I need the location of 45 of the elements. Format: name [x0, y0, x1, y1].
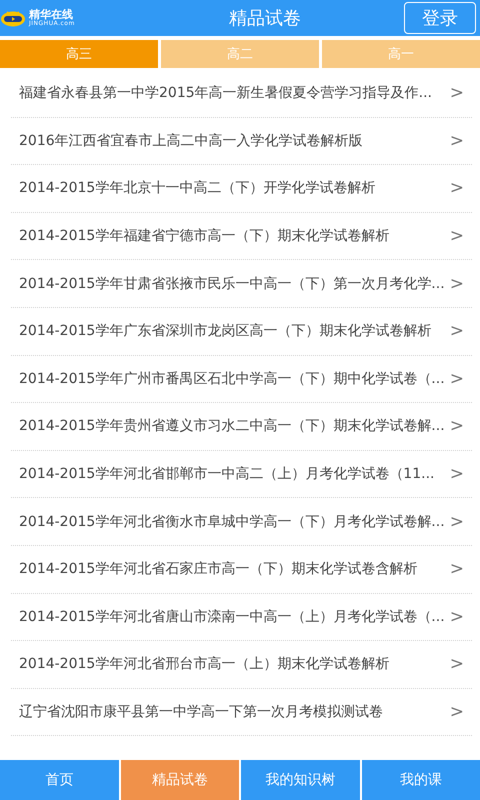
- chevron-icon: >: [450, 512, 464, 532]
- chevron-icon: >: [450, 226, 464, 246]
- paper-row[interactable]: 2014-2015学年河北省衡水市阜城中学高一（下）月考化学试卷解... >: [11, 498, 472, 546]
- paper-title: 2014-2015学年贵州省遵义市习水二中高一（下）期末化学试卷解...: [19, 417, 446, 436]
- chevron-icon: >: [450, 654, 464, 674]
- chevron-icon: >: [450, 559, 464, 580]
- paper-title: 2014-2015学年福建省宁德市高一（下）期末化学试卷解析: [19, 227, 390, 246]
- chevron-icon: >: [450, 368, 464, 389]
- paper-title: 2014-2015学年河北省邢台市高一（上）期末化学试卷解析: [19, 655, 390, 674]
- paper-row[interactable]: 2014-2015学年河北省邢台市高一（上）期末化学试卷解析 >: [11, 641, 472, 689]
- paper-title: 2014-2015学年河北省石家庄市高一（下）期末化学试卷含解析: [19, 560, 418, 578]
- chevron-icon: >: [450, 464, 464, 484]
- paper-row[interactable]: 2014-2015学年贵州省遵义市习水二中高一（下）期末化学试卷解... >: [11, 403, 472, 451]
- paper-title: 2014-2015学年河北省邯郸市一中高二（上）月考化学试卷（11...: [19, 465, 436, 484]
- paper-row[interactable]: 2014-2015学年广东省深圳市龙岗区高一（下）期末化学试卷解析 >: [11, 308, 472, 356]
- paper-title: 2016年江西省宜春市上高二中高一入学化学试卷解析版: [19, 132, 364, 150]
- logo-icon: [0, 9, 26, 27]
- paper-row[interactable]: 2014-2015学年甘肃省张掖市民乐一中高一（下）第一次月考化学... >: [11, 260, 472, 308]
- chevron-icon: >: [450, 178, 464, 198]
- chevron-icon: >: [450, 606, 464, 627]
- paper-title: 福建省永春县第一中学2015年高一新生暑假夏令营学习指导及作...: [19, 84, 433, 102]
- paper-row[interactable]: 辽宁省沈阳市康平县第一中学高一下第一次月考模拟测试卷 >: [11, 688, 472, 736]
- page-title: 精品试卷: [228, 7, 302, 30]
- chevron-icon: >: [450, 416, 464, 436]
- chevron-icon: >: [450, 83, 464, 104]
- paper-title: 2014-2015学年广东省深圳市龙岗区高一（下）期末化学试卷解析: [19, 322, 432, 340]
- chevron-icon: >: [450, 702, 464, 722]
- chevron-icon: >: [450, 130, 464, 151]
- paper-title: 2014-2015学年广州市番禺区石北中学高一（下）期中化学试卷（...: [19, 370, 446, 388]
- logo-name: 精华在线: [29, 9, 73, 20]
- paper-title: 辽宁省沈阳市康平县第一中学高一下第一次月考模拟测试卷: [19, 703, 384, 722]
- paper-row[interactable]: 福建省永春县第一中学2015年高一新生暑假夏令营学习指导及作... >: [11, 70, 472, 118]
- chevron-icon: >: [450, 274, 464, 294]
- paper-row[interactable]: 2014-2015学年河北省唐山市滦南一中高一（上）月考化学试卷（... >: [11, 594, 472, 642]
- paper-title: 2014-2015学年河北省衡水市阜城中学高一（下）月考化学试卷解...: [19, 512, 446, 531]
- paper-row[interactable]: 2016年江西省宜春市上高二中高一入学化学试卷解析版 >: [11, 118, 472, 166]
- paper-title: 2014-2015学年甘肃省张掖市民乐一中高一（下）第一次月考化学...: [19, 274, 446, 293]
- paper-row[interactable]: 2014-2015学年广州市番禺区石北中学高一（下）期中化学试卷（... >: [11, 356, 472, 404]
- paper-row[interactable]: 2014-2015学年河北省石家庄市高一（下）期末化学试卷含解析 >: [11, 546, 472, 594]
- paper-title: 2014-2015学年北京十一中高二（下）开学化学试卷解析: [19, 179, 376, 198]
- paper-row[interactable]: 2014-2015学年福建省宁德市高一（下）期末化学试卷解析 >: [11, 212, 472, 260]
- paper-title: 2014-2015学年河北省唐山市滦南一中高一（上）月考化学试卷（...: [19, 608, 446, 626]
- chevron-icon: >: [450, 321, 464, 342]
- paper-row[interactable]: 2014-2015学年北京十一中高二（下）开学化学试卷解析 >: [11, 165, 472, 213]
- paper-row[interactable]: 2014-2015学年河北省邯郸市一中高二（上）月考化学试卷（11... >: [11, 450, 472, 498]
